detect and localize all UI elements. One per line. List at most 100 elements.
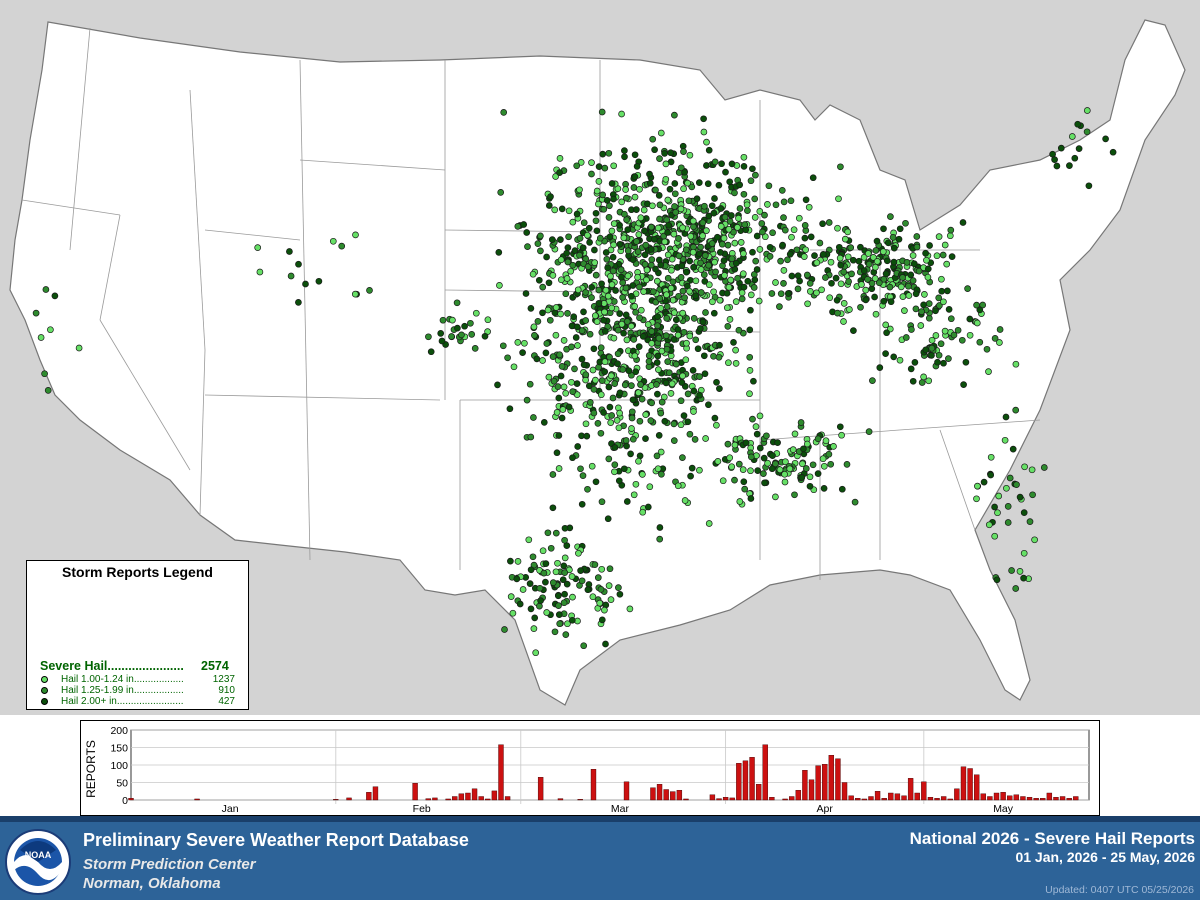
hail-report-marker [597,429,605,437]
hail-report-marker [561,524,569,532]
hail-report-marker [632,368,640,376]
hail-report-marker [886,283,894,291]
hail-report-marker [700,115,707,123]
hail-report-marker [791,491,798,499]
hail-report-marker [549,504,557,512]
hail-report-marker [523,229,531,236]
hail-report-marker [736,205,744,212]
hail-report-marker [598,377,606,384]
hail-report-marker [601,606,608,614]
hail-report-marker [662,175,670,183]
hail-report-marker [705,281,713,289]
hail-report-marker [922,249,929,257]
hail-report-marker [556,169,563,176]
hail-report-marker [295,260,302,268]
hail-report-marker [835,243,843,251]
daily-report-bar [504,796,511,801]
hail-report-marker [606,353,613,361]
hail-report-marker [617,266,625,274]
hail-report-marker [921,291,928,298]
legend-item-label: Hail 2.00+ in........................ [61,696,184,707]
hail-report-marker [837,280,845,288]
hail-report-marker [924,265,932,273]
hail-report-marker [1009,445,1017,453]
hail-report-marker [639,508,647,516]
hail-report-marker [731,476,738,484]
hail-report-marker [689,217,697,225]
hail-report-marker [813,259,821,267]
hail-report-marker [741,221,749,228]
hail-report-marker [743,201,751,209]
hail-report-marker [758,220,766,227]
hail-report-marker [759,228,766,236]
hail-report-marker [692,292,700,300]
hail-report-marker [552,304,560,311]
daily-report-bar [346,797,352,801]
hail-report-marker [644,321,652,328]
hail-report-marker [618,273,625,281]
hail-report-marker [616,409,623,417]
daily-report-bar [921,781,927,801]
daily-report-bar [458,793,465,801]
hail-report-marker [958,336,966,344]
hail-report-marker [642,411,650,418]
hail-report-marker [533,355,541,363]
hail-report-marker [725,225,733,233]
hail-report-marker [642,241,650,249]
hail-report-marker [726,178,734,186]
hail-report-marker [632,308,639,316]
hail-report-marker [873,258,881,265]
hail-report-marker [708,202,716,210]
hail-report-marker [553,449,561,457]
hail-report-marker [536,584,544,592]
hail-report-marker [976,306,984,314]
hail-report-marker [860,267,868,275]
daily-report-bar [445,798,451,801]
hail-report-marker [1057,144,1065,152]
hail-report-marker [701,370,709,378]
hail-report-marker [514,223,522,230]
daily-report-bar [815,765,821,801]
hail-report-marker [658,398,666,406]
hail-report-marker [614,350,622,358]
hail-report-marker [649,202,656,210]
hail-report-marker [654,390,661,398]
hail-report-marker [737,239,745,246]
hail-report-marker [500,109,508,116]
hail-report-marker [552,529,560,537]
hail-report-marker [616,240,624,248]
hail-report-marker [598,616,606,624]
hail-report-marker [802,196,810,204]
hail-report-marker [539,283,547,291]
hail-report-marker [739,466,747,473]
hail-report-marker [591,259,599,266]
hail-report-marker [507,557,514,565]
hail-report-marker [527,305,535,312]
hail-report-marker [654,313,661,320]
hail-report-marker [286,248,293,255]
hail-report-marker [449,316,456,324]
hail-report-marker [876,364,884,371]
hail-report-marker [569,593,576,601]
hail-report-marker [656,535,664,543]
hail-report-marker [928,336,936,344]
hail-report-marker [728,212,735,219]
hail-report-marker [814,435,822,443]
hail-report-marker [747,291,755,299]
hail-report-marker [467,319,474,327]
hail-report-marker [713,378,720,386]
hail-report-marker [526,380,534,388]
hail-report-marker [819,220,826,228]
hail-report-marker [672,208,680,216]
hail-report-marker [637,381,644,388]
hail-report-marker [774,439,781,446]
hail-report-marker [614,360,621,368]
hail-report-marker [563,580,571,588]
daily-report-bar [716,798,722,801]
hail-report-marker [731,441,739,449]
hail-report-marker [641,261,649,268]
legend-item-count: 1237 [212,674,235,685]
hail-report-marker [41,370,48,378]
hail-report-marker [601,328,609,335]
hail-report-marker [610,195,617,203]
